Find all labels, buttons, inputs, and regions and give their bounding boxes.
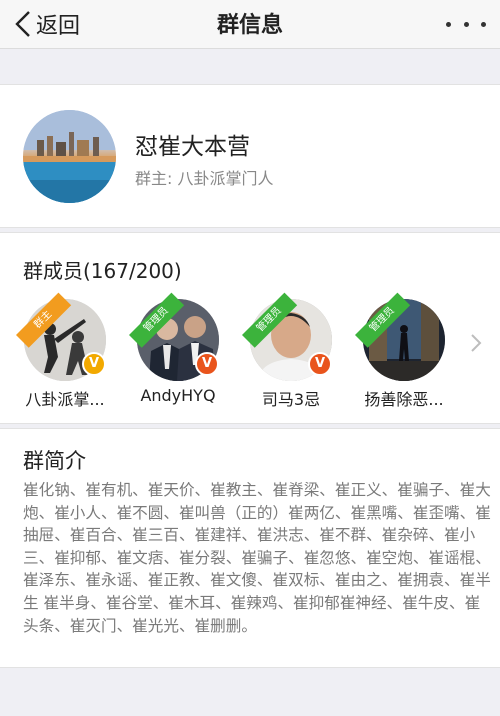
intro-card[interactable]: 群简介 崔化钠、崔有机、崔天价、崔教主、崔脊梁、崔正义、崔骗子、崔大炮、崔小人、…: [0, 428, 500, 668]
member-name: 扬善除恶...: [364, 390, 444, 409]
member-name: AndyHYQ: [140, 386, 216, 405]
members-card: 群成员(167/200) 群主 V 八卦派掌... 管理员 V AndyHYQ …: [0, 232, 500, 424]
navigation-bar: 返回 群信息: [0, 0, 500, 49]
member-name: 八卦派掌...: [25, 390, 105, 409]
verified-badge-icon: V: [308, 352, 332, 376]
more-button[interactable]: [446, 14, 486, 34]
intro-text: 崔化钠、崔有机、崔天价、崔教主、崔脊梁、崔正义、崔骗子、崔大炮、崔小人、崔不圆、…: [23, 481, 491, 635]
group-name: 怼崔大本营: [135, 134, 250, 160]
member-item[interactable]: 管理员 V AndyHYQ: [125, 292, 225, 415]
intro-title: 群简介: [23, 449, 86, 473]
member-item[interactable]: 群主 V 八卦派掌...: [12, 292, 112, 415]
verified-badge-icon: V: [82, 352, 106, 376]
chevron-left-icon: [15, 11, 30, 37]
group-owner: 群主: 八卦派掌门人: [135, 169, 274, 188]
member-item[interactable]: 管理员 扬善除恶...: [351, 292, 451, 415]
more-dot-icon: [481, 21, 486, 27]
verified-badge-icon: V: [195, 352, 219, 376]
more-dot-icon: [463, 21, 469, 27]
members-title[interactable]: 群成员(167/200): [23, 255, 182, 284]
back-label: 返回: [36, 14, 81, 39]
chevron-right-icon[interactable]: [470, 333, 482, 353]
member-item[interactable]: 管理员 V 司马3忌: [238, 292, 338, 415]
member-name: 司马3忌: [261, 390, 321, 409]
group-avatar: [23, 110, 116, 203]
group-header-card[interactable]: 怼崔大本营 群主: 八卦派掌门人: [0, 84, 500, 228]
back-button[interactable]: 返回: [14, 7, 80, 41]
more-dot-icon: [446, 21, 451, 27]
